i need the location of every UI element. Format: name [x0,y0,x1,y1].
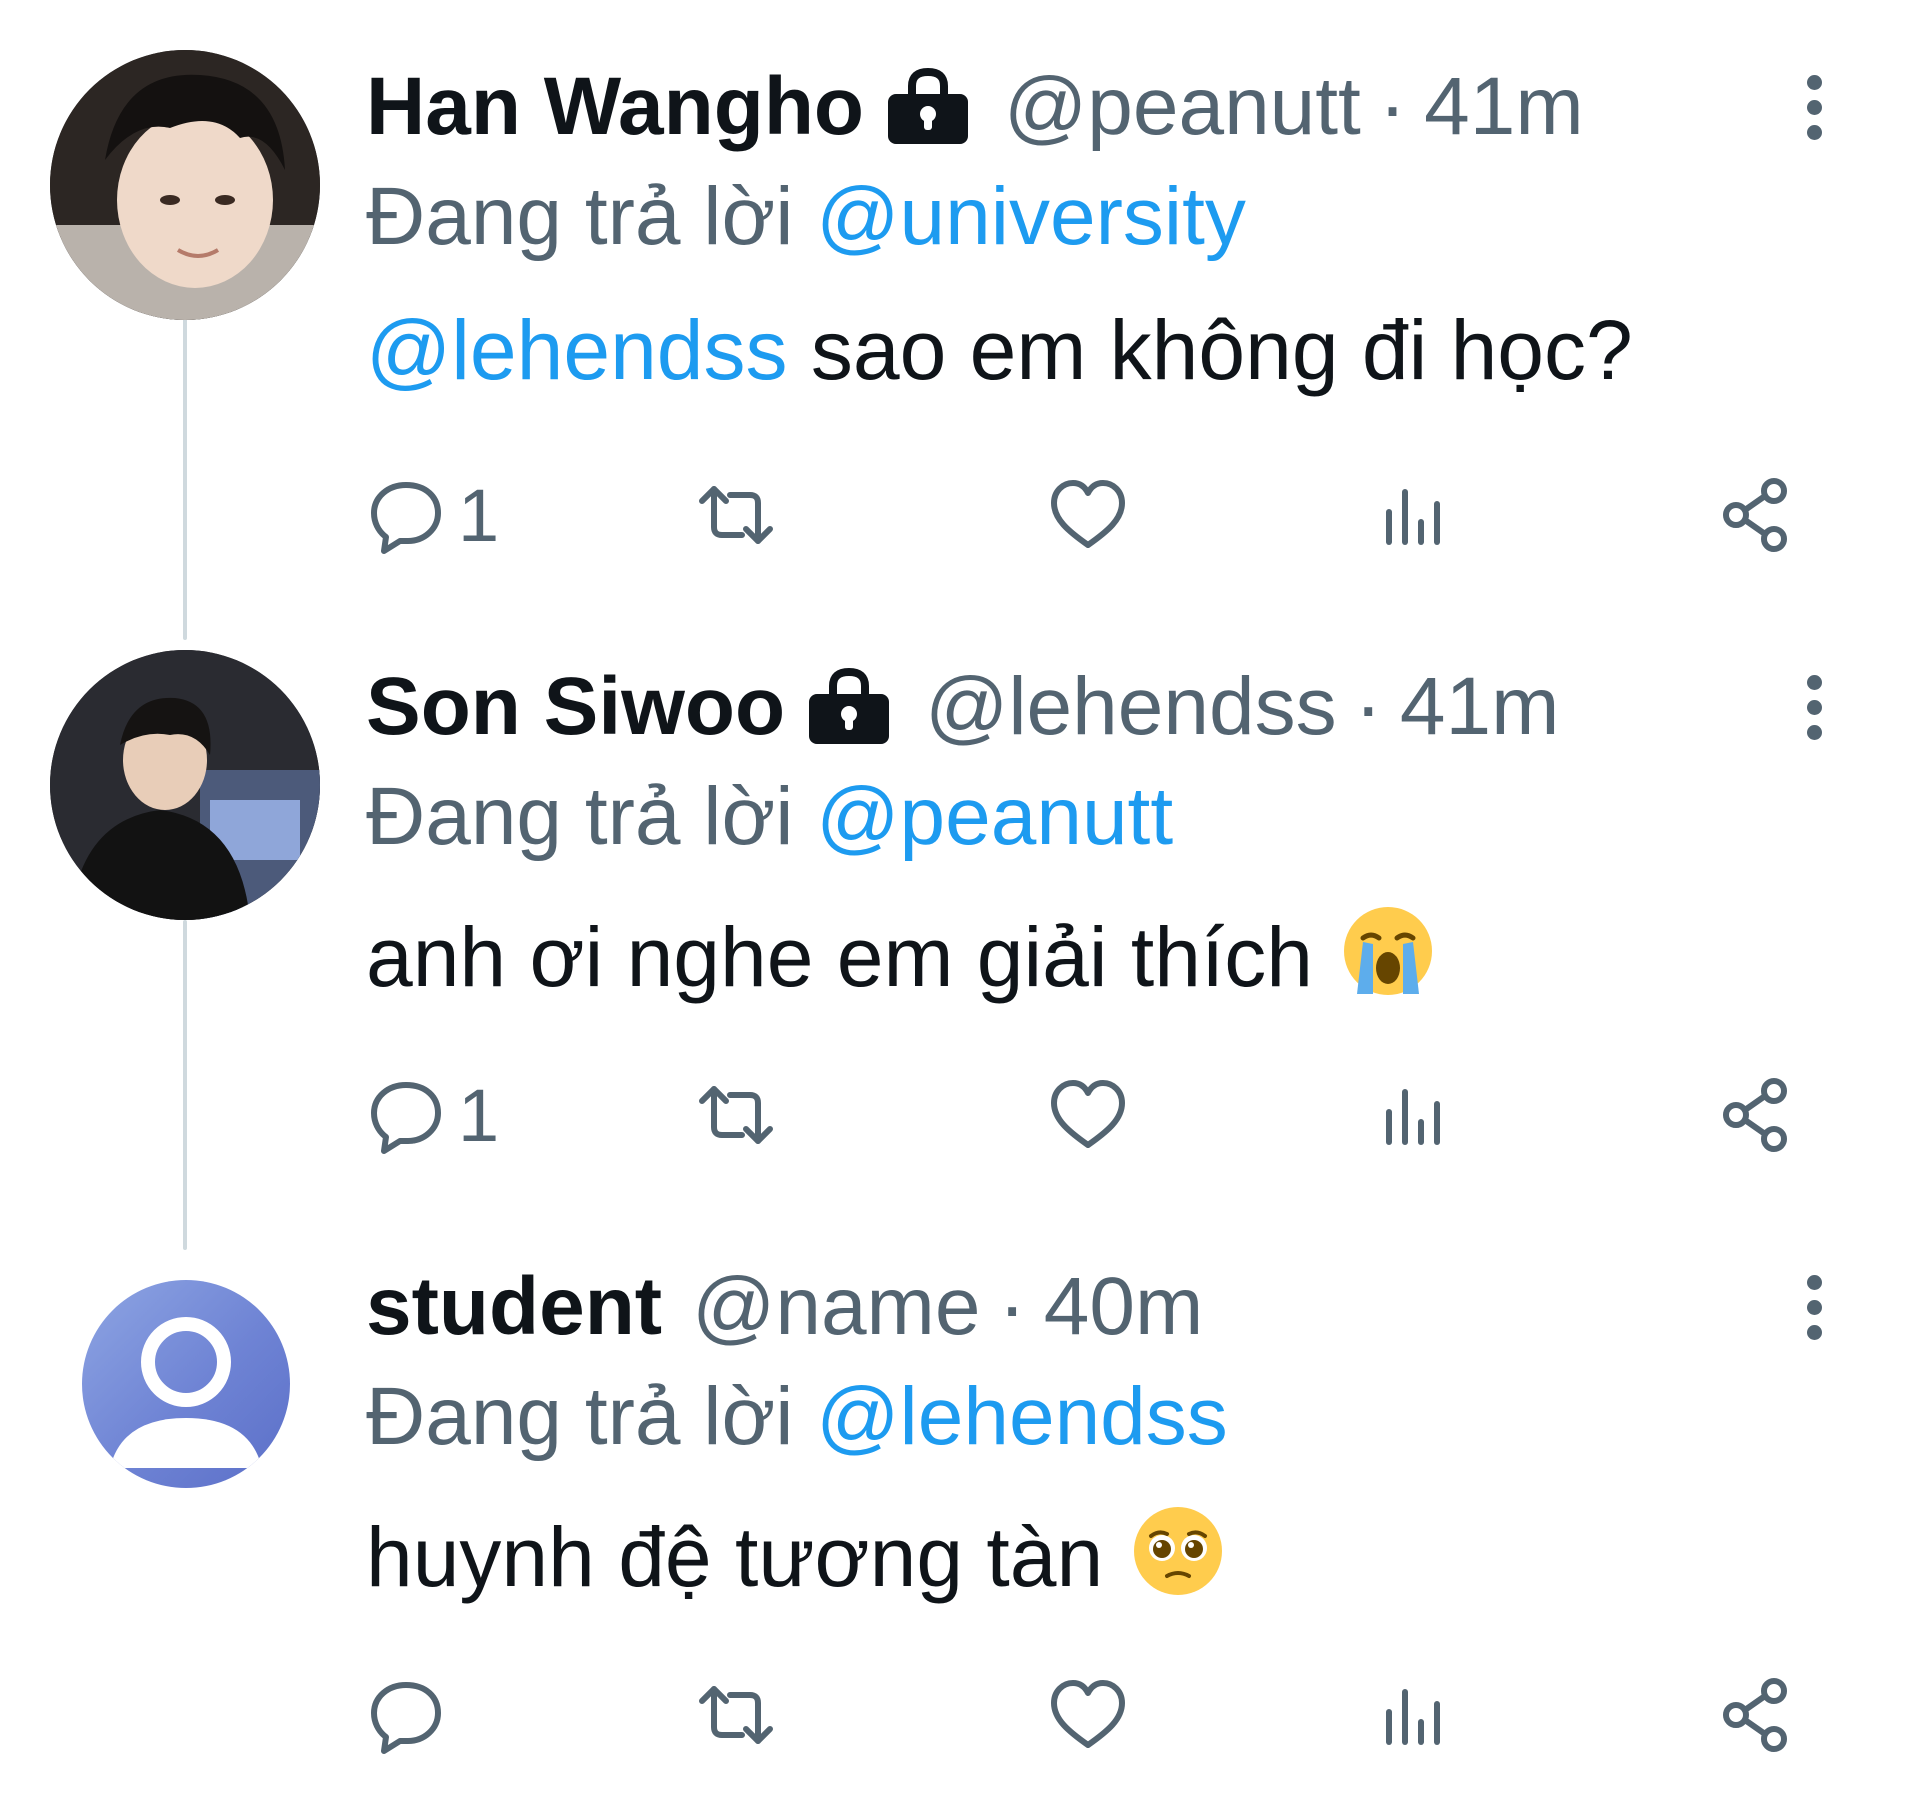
tweet-header: Son Siwoo @lehendss · 41m [366,652,1559,762]
retweet-icon [699,486,773,544]
reply-to-mention[interactable]: @university [816,171,1246,262]
action-bar: 1 [366,470,1806,560]
views-button[interactable] [1372,1070,1452,1160]
share-button[interactable] [1716,470,1796,560]
heart-icon [1051,1680,1125,1748]
share-icon [1723,1078,1787,1152]
views-button[interactable] [1372,1670,1452,1760]
more-vertical-icon[interactable] [1794,1252,1834,1362]
avatar[interactable] [50,50,320,320]
tweet-header: student @name · 40m [366,1252,1203,1362]
default-avatar-icon [110,1317,262,1468]
avatar[interactable] [50,650,320,920]
tweet-thread: Han Wangho @peanutt · 41m Đang trả lời @… [0,0,1920,1801]
share-icon [1723,1678,1787,1752]
avatar[interactable] [82,1280,290,1488]
more-vertical-icon[interactable] [1794,52,1834,162]
share-button[interactable] [1716,1070,1796,1160]
separator-dot: · [1354,661,1382,752]
tweet[interactable]: Son Siwoo @lehendss · 41m Đang trả lời @… [0,600,1920,1200]
separator-dot: · [998,1261,1026,1352]
user-handle[interactable]: @peanutt [1004,66,1361,148]
heart-icon [1051,480,1125,548]
tweet-text: @lehendss sao em không đi học? [366,302,1633,399]
views-button[interactable] [1372,470,1452,560]
separator-dot: · [1378,61,1407,152]
body-text: sao em không đi học? [787,303,1633,397]
avatar-photo [50,50,320,320]
views-icon [1386,489,1440,545]
reply-count: 1 [458,1073,500,1157]
lock-icon [803,668,895,746]
action-bar: 1 [366,1070,1806,1160]
reply-context: Đang trả lời @university [366,171,1246,262]
body-text: huynh đệ tương tàn [366,1510,1104,1604]
user-handle[interactable]: @name [692,1266,980,1348]
pleading-face-icon [1129,1502,1227,1600]
reply-prefix: Đang trả lời [366,771,794,862]
retweet-icon [699,1686,773,1744]
reply-count: 1 [458,473,500,557]
tweet-header: Han Wangho @peanutt · 41m [366,52,1584,162]
timestamp[interactable]: 41m [1424,66,1584,148]
share-button[interactable] [1716,1670,1796,1760]
tweet[interactable]: student @name · 40m Đang trả lời @lehend… [0,1200,1920,1801]
reply-context: Đang trả lời @lehendss [366,1371,1228,1462]
like-button[interactable] [1048,1070,1128,1160]
retweet-button[interactable] [696,1670,776,1760]
heart-icon [1051,1080,1125,1148]
body-mention[interactable]: @lehendss [366,303,788,397]
display-name[interactable]: student [366,1266,662,1348]
like-button[interactable] [1048,1670,1128,1760]
reply-button[interactable] [366,1670,458,1760]
reply-button[interactable]: 1 [366,1070,499,1160]
share-icon [1723,478,1787,552]
like-button[interactable] [1048,470,1128,560]
reply-context: Đang trả lời @peanutt [366,771,1173,862]
reply-prefix: Đang trả lời [366,1371,794,1462]
retweet-button[interactable] [696,470,776,560]
timestamp[interactable]: 41m [1400,666,1560,748]
action-bar [366,1670,1806,1760]
tweet-text: huynh đệ tương tàn [366,1502,1227,1606]
reply-icon [371,482,441,554]
tweet-text: anh ơi nghe em giải thích [366,902,1437,1006]
views-icon [1386,1689,1440,1745]
reply-button[interactable]: 1 [366,470,499,560]
reply-prefix: Đang trả lời [366,171,794,262]
body-text: anh ơi nghe em giải thích [366,910,1314,1004]
reply-icon [371,1682,441,1754]
views-icon [1386,1089,1440,1145]
more-vertical-icon[interactable] [1794,652,1834,762]
retweet-icon [699,1086,773,1144]
avatar-photo [50,650,320,920]
reply-to-mention[interactable]: @lehendss [816,1371,1227,1462]
timestamp[interactable]: 40m [1044,1266,1204,1348]
retweet-button[interactable] [696,1070,776,1160]
loudly-crying-face-icon [1339,902,1437,1000]
display-name[interactable]: Son Siwoo [366,666,785,748]
lock-icon [882,68,974,146]
reply-to-mention[interactable]: @peanutt [816,771,1173,862]
display-name[interactable]: Han Wangho [366,66,864,148]
user-handle[interactable]: @lehendss [925,666,1336,748]
tweet[interactable]: Han Wangho @peanutt · 41m Đang trả lời @… [0,0,1920,600]
reply-icon [371,1082,441,1154]
